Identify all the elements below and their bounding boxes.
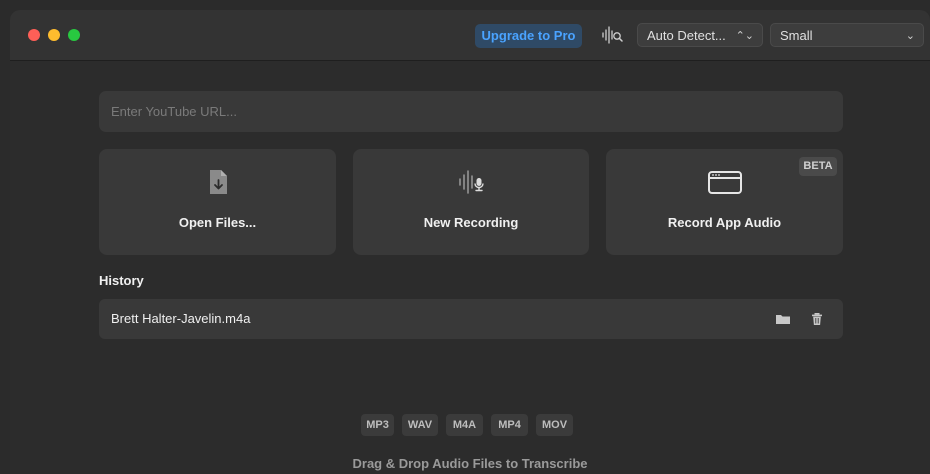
folder-icon[interactable]	[775, 311, 791, 327]
format-badge: MP4	[491, 414, 528, 436]
upgrade-to-pro-button[interactable]: Upgrade to Pro	[475, 24, 582, 48]
history-list-item[interactable]: Brett Halter-Javelin.m4a	[99, 299, 843, 339]
new-recording-button[interactable]: New Recording	[353, 149, 589, 255]
history-heading: History	[99, 273, 144, 288]
close-window-button[interactable]	[28, 29, 40, 41]
language-select[interactable]: Auto Detect... ⌃⌄	[637, 23, 763, 47]
download-document-icon	[208, 169, 228, 200]
youtube-url-input[interactable]	[99, 91, 843, 132]
open-files-label: Open Files...	[178, 215, 257, 230]
title-bar: Upgrade to Pro Auto Detect... ⌃⌄ Small ⌄	[10, 10, 930, 61]
up-down-chevron-icon: ⌃⌄	[735, 30, 754, 42]
format-badge: MOV	[536, 414, 573, 436]
model-size-select[interactable]: Small ⌄	[770, 23, 924, 47]
app-window: Upgrade to Pro Auto Detect... ⌃⌄ Small ⌄	[10, 10, 930, 474]
waveform-search-icon[interactable]	[600, 24, 626, 46]
open-files-button[interactable]: Open Files...	[99, 149, 336, 255]
chevron-down-icon: ⌄	[905, 30, 915, 42]
model-size-select-value: Small	[780, 28, 813, 43]
format-badge: M4A	[446, 414, 483, 436]
record-app-audio-button[interactable]: BETA Record App Audio	[606, 149, 843, 255]
beta-badge: BETA	[799, 157, 837, 176]
record-app-audio-label: Record App Audio	[667, 215, 782, 230]
minimize-window-button[interactable]	[48, 29, 60, 41]
waveform-mic-icon	[457, 169, 485, 200]
app-window-icon	[707, 169, 743, 200]
zoom-window-button[interactable]	[68, 29, 80, 41]
format-badge: WAV	[402, 414, 438, 436]
language-select-value: Auto Detect...	[647, 28, 726, 43]
format-badge: MP3	[361, 414, 394, 436]
history-item-filename: Brett Halter-Javelin.m4a	[111, 311, 251, 326]
trash-icon[interactable]	[809, 311, 825, 327]
new-recording-label: New Recording	[423, 215, 519, 230]
drag-drop-hint: Drag & Drop Audio Files to Transcribe	[352, 456, 588, 471]
